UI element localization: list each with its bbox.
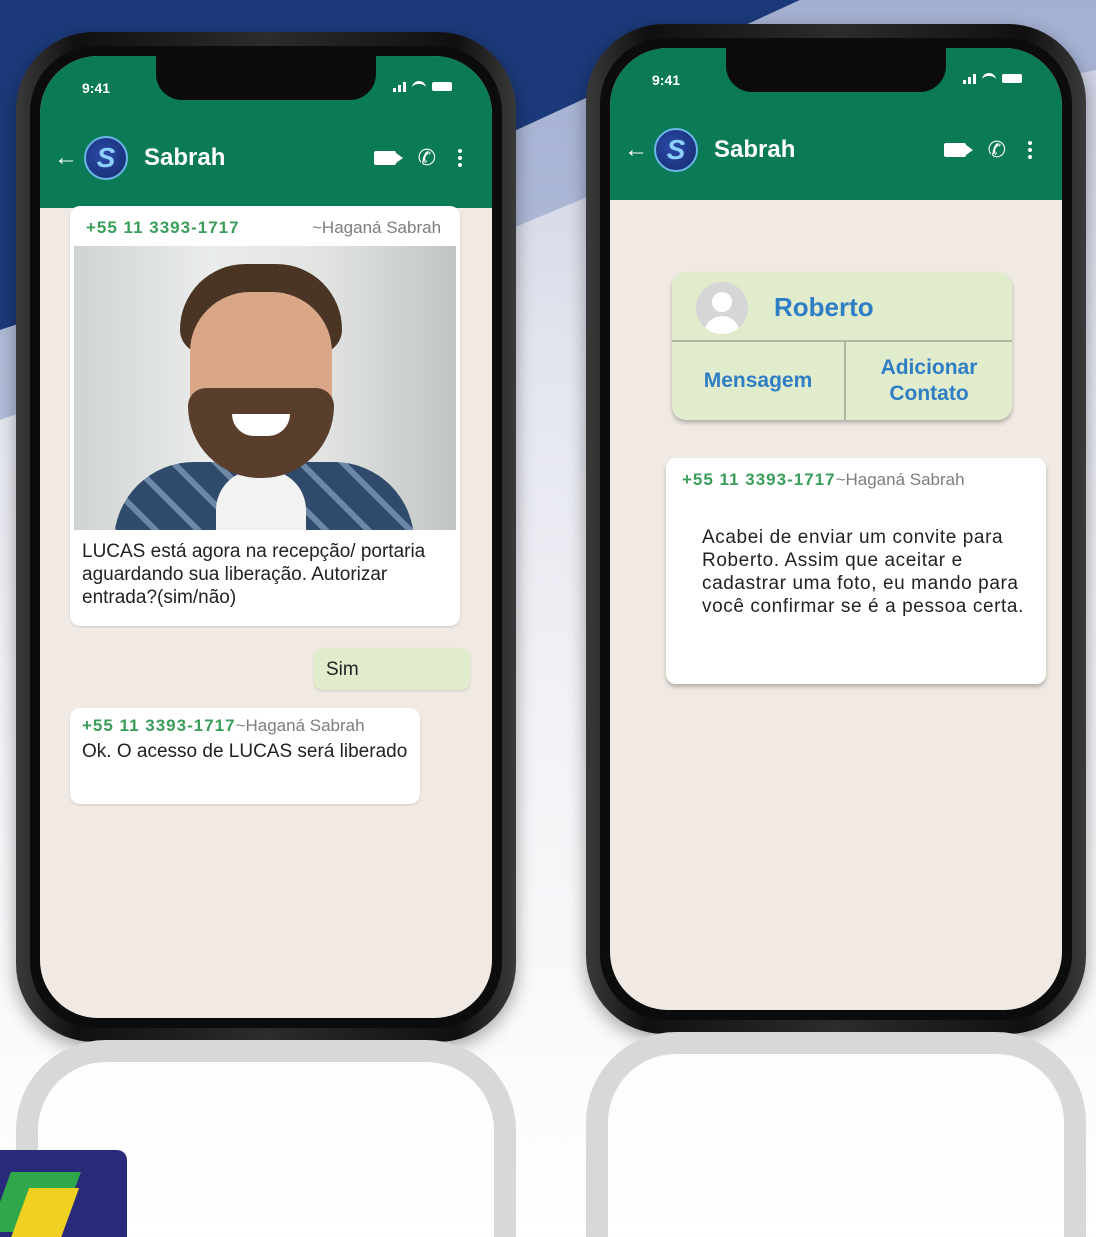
status-bar: 9:41 xyxy=(610,48,1062,96)
visitor-photo[interactable] xyxy=(74,246,456,530)
sender-phone: +55 11 3393-1717 xyxy=(682,470,836,489)
sender-phone: +55 11 3393-1717 xyxy=(82,716,236,735)
sender-name: ~Haganá Sabrah xyxy=(312,218,442,237)
message-text: Ok. O acesso de LUCAS será liberado xyxy=(82,741,408,762)
phone-right: 9:41 ← S Sabrah ✆ Roberto Mensagem Adici… xyxy=(586,24,1086,1034)
chat-header: 9:41 ← S Sabrah ✆ xyxy=(610,48,1062,200)
status-icons xyxy=(393,80,452,92)
message-text: Acabei de enviar um convite para Roberto… xyxy=(702,527,1024,617)
add-contact-button[interactable]: Adicionar Contato xyxy=(846,342,1012,420)
message-button[interactable]: Mensagem xyxy=(672,342,844,420)
contact-card: Roberto Mensagem Adicionar Contato xyxy=(672,272,1012,420)
status-icons xyxy=(963,72,1022,84)
notch xyxy=(156,56,376,100)
chat-screen-left: 9:41 ← S Sabrah ✆ +55 11 3393-1717 ~Haga… xyxy=(40,56,492,1018)
contact-name[interactable]: Sabrah xyxy=(714,136,944,164)
outgoing-message[interactable]: Sim xyxy=(314,648,470,690)
phone-left: 9:41 ← S Sabrah ✆ +55 11 3393-1717 ~Haga… xyxy=(16,32,516,1042)
logo-letter: S xyxy=(666,134,686,165)
status-time: 9:41 xyxy=(82,80,111,96)
incoming-message-photo[interactable]: +55 11 3393-1717 ~Haganá Sabrah LUCAS es… xyxy=(70,206,460,626)
status-bar: 9:41 xyxy=(40,56,492,104)
incoming-message[interactable]: +55 11 3393-1717~Haganá Sabrah Acabei de… xyxy=(666,458,1046,684)
chat-screen-right: 9:41 ← S Sabrah ✆ Roberto Mensagem Adici… xyxy=(610,48,1062,1010)
phone-call-icon[interactable]: ✆ xyxy=(988,139,1006,161)
contact-avatar[interactable]: S xyxy=(84,136,128,180)
battery-icon xyxy=(1002,73,1022,83)
sender-row: +55 11 3393-1717~Haganá Sabrah xyxy=(682,470,965,490)
sender-phone: +55 11 3393-1717 xyxy=(86,218,240,237)
contact-card-name: Roberto xyxy=(774,292,874,322)
sender-row: +55 11 3393-1717~Haganá Sabrah xyxy=(82,716,365,736)
signal-icon xyxy=(393,80,406,92)
message-text: LUCAS está agora na recepção/ portaria a… xyxy=(82,541,426,608)
video-call-icon[interactable] xyxy=(373,151,403,165)
more-menu-icon[interactable] xyxy=(458,149,462,167)
contact-card-header: Roberto xyxy=(672,272,1012,342)
logo-letter: S xyxy=(96,142,116,173)
battery-icon xyxy=(432,81,452,91)
back-arrow-icon[interactable]: ← xyxy=(624,136,648,164)
notch xyxy=(726,48,946,92)
contact-avatar-placeholder-icon xyxy=(696,282,748,334)
message-text: Sim xyxy=(326,659,359,680)
contact-avatar[interactable]: S xyxy=(654,128,698,172)
back-arrow-icon[interactable]: ← xyxy=(54,144,78,172)
chat-header: 9:41 ← S Sabrah ✆ xyxy=(40,56,492,208)
brand-logo xyxy=(0,1150,127,1237)
sender-name: ~Haganá Sabrah xyxy=(235,716,365,735)
status-time: 9:41 xyxy=(652,72,681,88)
sender-name: ~Haganá Sabrah xyxy=(835,470,965,489)
sender-row: +55 11 3393-1717 ~Haganá Sabrah xyxy=(86,218,441,238)
video-call-icon[interactable] xyxy=(943,143,973,157)
phone-reflection-right xyxy=(586,1032,1086,1237)
wifi-icon xyxy=(982,73,996,83)
incoming-message[interactable]: +55 11 3393-1717~Haganá Sabrah Ok. O ace… xyxy=(70,708,420,804)
contact-name[interactable]: Sabrah xyxy=(144,144,374,172)
more-menu-icon[interactable] xyxy=(1028,141,1032,159)
wifi-icon xyxy=(412,81,426,91)
phone-call-icon[interactable]: ✆ xyxy=(418,147,436,169)
signal-icon xyxy=(963,72,976,84)
